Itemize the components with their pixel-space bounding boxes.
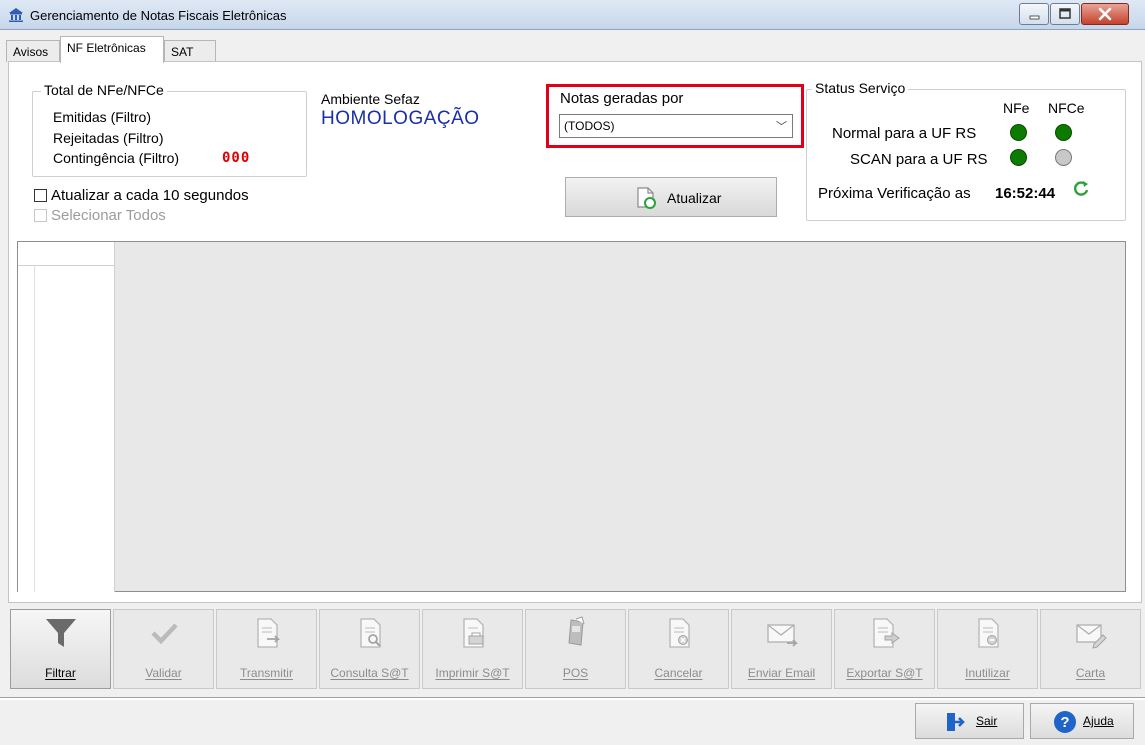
- help-icon: ?: [1054, 711, 1076, 733]
- cancelar-button[interactable]: Cancelar: [628, 609, 729, 689]
- window-title: Gerenciamento de Notas Fiscais Eletrônic…: [30, 8, 287, 23]
- rejeitadas-label: Rejeitadas (Filtro): [53, 130, 164, 146]
- exportar-sat-button[interactable]: Exportar S@T: [834, 609, 935, 689]
- status-service-title: Status Serviço: [812, 80, 909, 96]
- status-service-group: Status Serviço NFe NFCe Normal para a UF…: [806, 80, 1126, 221]
- auto-refresh-label: Atualizar a cada 10 segundos: [51, 187, 249, 204]
- transmitir-button[interactable]: Transmitir: [216, 609, 317, 689]
- validar-button[interactable]: Validar: [113, 609, 214, 689]
- enviar-email-label: Enviar Email: [747, 666, 816, 680]
- consulta-sat-label: Consulta S@T: [330, 666, 409, 680]
- refresh-icon[interactable]: [1072, 179, 1090, 197]
- document-refresh-icon: [637, 187, 656, 209]
- pos-label: POS: [562, 666, 589, 680]
- letter-edit-icon: [1076, 624, 1107, 649]
- auto-refresh-checkbox[interactable]: [34, 189, 47, 202]
- notes-grid[interactable]: [17, 241, 1126, 592]
- grid-row-indicator: [18, 266, 35, 592]
- next-check-label: Próxima Verificação as: [818, 185, 971, 202]
- sair-button[interactable]: Sair: [915, 703, 1024, 739]
- ajuda-button[interactable]: ? Ajuda: [1030, 703, 1134, 739]
- enviar-email-button[interactable]: Enviar Email: [731, 609, 832, 689]
- filter-icon: [46, 619, 76, 647]
- ambiente-label: Ambiente Sefaz: [321, 91, 420, 107]
- status-row-normal-label: Normal para a UF RS: [832, 125, 977, 142]
- select-all-checkbox[interactable]: [34, 209, 47, 222]
- maximize-button[interactable]: [1050, 3, 1080, 25]
- restore-icon: [1059, 8, 1071, 19]
- next-check-time: 16:52:44: [995, 185, 1056, 202]
- totals-group: Total de NFe/NFCe Emitidas (Filtro) Reje…: [32, 82, 307, 177]
- tab-nf-eletronicas[interactable]: NF Eletrônicas: [60, 36, 164, 63]
- status-row-scan-label: SCAN para a UF RS: [850, 151, 988, 168]
- document-print-icon: [463, 618, 484, 648]
- pos-button[interactable]: POS: [525, 609, 626, 689]
- inutilizar-label: Inutilizar: [965, 666, 1010, 680]
- grid-header-corner: [18, 242, 115, 266]
- minimize-icon: [1029, 15, 1040, 20]
- atualizar-button[interactable]: Atualizar: [565, 177, 777, 217]
- document-send-icon: [257, 618, 281, 648]
- consulta-sat-button[interactable]: Consulta S@T: [319, 609, 420, 689]
- ajuda-label: Ajuda: [1083, 714, 1114, 728]
- atualizar-label: Atualizar: [667, 190, 722, 206]
- status-col-nfe: NFe: [1003, 100, 1030, 116]
- validar-label: Validar: [145, 666, 182, 680]
- imprimir-sat-label: Imprimir S@T: [435, 666, 510, 680]
- document-cancel-icon: [669, 618, 690, 648]
- notas-geradas-selected: (TODOS): [564, 119, 615, 133]
- contingencia-count: 000: [222, 150, 251, 166]
- filtrar-label: Filtrar: [45, 666, 76, 680]
- carta-label: Carta: [1075, 666, 1106, 680]
- document-export-icon: [873, 618, 900, 648]
- filtrar-button[interactable]: Filtrar: [10, 609, 111, 689]
- notas-geradas-label: Notas geradas por: [560, 90, 684, 107]
- exit-door-icon: [947, 713, 965, 731]
- tab-sat[interactable]: SAT: [164, 40, 216, 62]
- envelope-send-icon: [767, 624, 799, 647]
- close-icon: [1098, 7, 1112, 21]
- ambiente-value: HOMOLOGAÇÃO: [321, 108, 480, 129]
- minimize-button[interactable]: [1019, 3, 1049, 25]
- contingencia-label: Contingência (Filtro): [53, 150, 180, 166]
- status-nfe-scan-indicator: [1010, 149, 1027, 166]
- document-search-icon: [360, 618, 381, 648]
- status-col-nfce: NFCe: [1048, 100, 1085, 116]
- cancelar-label: Cancelar: [654, 666, 703, 680]
- totals-group-title: Total de NFe/NFCe: [41, 82, 167, 98]
- imprimir-sat-button[interactable]: Imprimir S@T: [422, 609, 523, 689]
- status-nfe-normal-indicator: [1010, 124, 1027, 141]
- footer-divider: [0, 697, 1145, 700]
- inutilizar-button[interactable]: Inutilizar: [937, 609, 1038, 689]
- notas-geradas-select[interactable]: (TODOS) ﹀: [559, 114, 793, 138]
- pos-terminal-icon: [568, 616, 585, 646]
- exportar-sat-label: Exportar S@T: [846, 666, 923, 680]
- title-bar: Gerenciamento de Notas Fiscais Eletrônic…: [0, 0, 1145, 30]
- carta-button[interactable]: Carta: [1040, 609, 1141, 689]
- sair-label: Sair: [976, 714, 998, 728]
- tab-avisos[interactable]: Avisos: [6, 40, 60, 62]
- close-window-button[interactable]: [1081, 3, 1129, 25]
- bank-building-icon: [9, 8, 23, 22]
- action-toolbar: Filtrar Validar Transmitir Consulta S@T …: [8, 607, 1142, 690]
- status-nfce-normal-indicator: [1055, 124, 1072, 141]
- status-nfce-scan-indicator: [1055, 149, 1072, 166]
- emitidas-label: Emitidas (Filtro): [53, 109, 152, 125]
- transmitir-label: Transmitir: [240, 666, 293, 680]
- chevron-down-icon[interactable]: ﹀: [776, 116, 787, 138]
- document-disable-icon: [978, 618, 999, 648]
- check-icon: [151, 623, 178, 645]
- svg-text:?: ?: [1060, 714, 1069, 731]
- select-all-label: Selecionar Todos: [51, 207, 166, 224]
